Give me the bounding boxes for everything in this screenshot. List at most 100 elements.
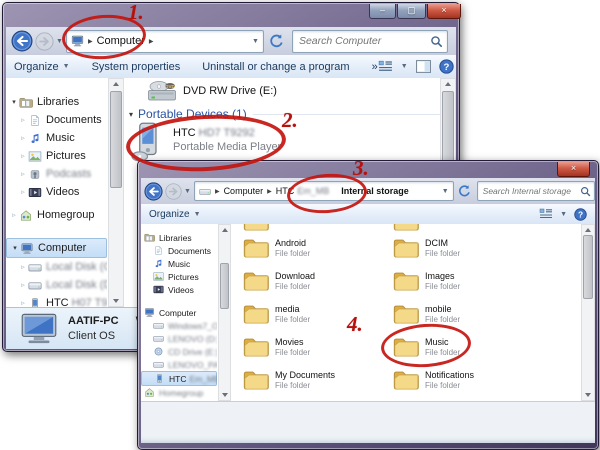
scroll-up-icon[interactable] [445, 82, 451, 86]
expand-icon[interactable]: ▹ [18, 188, 28, 196]
scroll-up-icon[interactable] [113, 82, 119, 86]
sidebar-item-lenovo-d[interactable]: LENOVO (D:) [141, 332, 217, 345]
sidebar-item-windows7-os-c[interactable]: Windows7_OS (C:) [141, 319, 217, 332]
search-input[interactable] [297, 34, 430, 48]
preview-pane-icon[interactable] [416, 60, 431, 73]
sidebar-item-pictures[interactable]: ▹Pictures [6, 147, 107, 165]
sidebar-item-documents[interactable]: Documents [141, 244, 217, 257]
help-icon[interactable]: ? [439, 59, 454, 74]
sidebar-item-podcasts[interactable]: ▹Podcasts [6, 165, 107, 183]
sidebar-spacer [6, 224, 107, 238]
address-dropdown-icon[interactable]: ▼ [442, 188, 449, 195]
sidebar-item-label: HTC [169, 374, 186, 384]
music-icon [153, 259, 164, 268]
toolbar-item-uninstall-or-change-a-program[interactable]: Uninstall or change a program [202, 61, 349, 73]
dvd-drive-item[interactable]: DVD DVD RW Drive (E:) [123, 78, 441, 103]
scroll-up-icon[interactable] [585, 228, 591, 232]
sidebar-item-htc[interactable]: HTCEm_MB [141, 371, 217, 386]
sidebar-item-local-disk-d[interactable]: ▹Local Disk (D:) [6, 276, 107, 294]
expand-icon[interactable]: ▹ [9, 211, 19, 219]
collapse-icon[interactable]: ▾ [9, 98, 19, 106]
expand-icon[interactable]: ▹ [18, 116, 28, 124]
folder-movies[interactable]: MoviesFile folder [243, 337, 310, 358]
refresh-icon[interactable] [457, 184, 471, 198]
breadcrumb-computer[interactable]: Computer [224, 186, 264, 196]
sidebar-item-label: Documents [46, 114, 102, 126]
scroll-up-icon[interactable] [222, 228, 228, 232]
sidebar-item-libraries[interactable]: Libraries [141, 231, 217, 244]
sidebar-item-music[interactable]: Music [141, 257, 217, 270]
toolbar-item-organize[interactable]: Organize▼ [14, 61, 70, 73]
address-dropdown-icon[interactable]: ▼ [252, 38, 259, 45]
folder-media[interactable]: mediaFile folder [243, 304, 310, 325]
search-box[interactable] [477, 181, 595, 201]
folder-android[interactable]: AndroidFile folder [243, 238, 310, 259]
sidebar-item-lenovo-part-f[interactable]: LENOVO_PART (F:) [141, 358, 217, 371]
collapse-icon[interactable]: ▾ [10, 244, 20, 252]
forward-button[interactable] [165, 183, 182, 200]
expand-icon[interactable]: ▹ [18, 263, 28, 271]
sidebar-item-cd-drive-e-htc[interactable]: CD Drive (E:) HTC [141, 345, 217, 358]
refresh-icon[interactable] [268, 33, 284, 49]
close-button[interactable]: × [427, 4, 461, 19]
scroll-down-icon[interactable] [585, 393, 591, 397]
back-button[interactable] [144, 182, 163, 201]
maximize-button[interactable]: ▢ [397, 4, 426, 19]
expand-icon[interactable]: ▹ [18, 170, 28, 178]
htc-device-item[interactable]: HTC HD7 T9292 Portable Media Player [131, 122, 281, 162]
sidebar-item-documents[interactable]: ▹ Documents [6, 111, 107, 129]
expand-icon[interactable]: ▹ [18, 299, 28, 307]
folder-mobile[interactable]: mobileFile folder [393, 304, 460, 325]
folder-my-documents[interactable]: My DocumentsFile folder [243, 370, 335, 391]
sidebar-item-local-disk-c[interactable]: ▹Local Disk (C:) [6, 258, 107, 276]
search-icon[interactable] [580, 186, 591, 197]
address-bar[interactable]: ▶ Computer ▶ ▼ [66, 30, 264, 53]
breadcrumb-separator-icon: ▶ [267, 188, 272, 195]
sidebar-item-music[interactable]: ▹Music [6, 129, 107, 147]
sidebar-item-videos[interactable]: Videos [141, 283, 217, 296]
help-icon[interactable]: ? [574, 208, 587, 221]
search-icon[interactable] [430, 35, 443, 48]
folder-download[interactable]: DownloadFile folder [243, 271, 315, 292]
sidebar-scrollbar[interactable] [108, 78, 124, 307]
expand-icon[interactable]: ▹ [18, 281, 28, 289]
search-input[interactable] [481, 185, 580, 197]
scroll-down-icon[interactable] [222, 393, 228, 397]
history-dropdown-icon[interactable]: ▼ [56, 38, 63, 45]
section-collapse-icon[interactable]: ▾ [129, 110, 133, 119]
scroll-down-icon[interactable] [113, 299, 119, 303]
views-dropdown-icon[interactable]: ▼ [560, 211, 567, 218]
sidebar-item-computer[interactable]: ▾Computer [6, 238, 107, 258]
sidebar-item-videos[interactable]: ▹Videos [6, 183, 107, 201]
folder-notifications[interactable]: NotificationsFile folder [393, 370, 474, 391]
sidebar-item-htc[interactable]: ▹HTCH07 T9292 [6, 294, 107, 307]
toolbar-item-system-properties[interactable]: System properties [92, 61, 181, 73]
minimize-button[interactable]: – [369, 4, 396, 19]
sidebar-item-computer[interactable]: Computer [141, 306, 217, 319]
close-button[interactable]: × [557, 162, 590, 177]
sidebar-item-homegroup[interactable]: Homegroup [141, 386, 217, 399]
views-dropdown-icon[interactable]: ▼ [401, 63, 408, 70]
toolbar-item-organize[interactable]: Organize▼ [149, 209, 201, 220]
folder-music[interactable]: MusicFile folder [393, 337, 460, 358]
disk-icon [28, 262, 42, 273]
history-dropdown-icon[interactable]: ▼ [184, 188, 191, 195]
folder-images[interactable]: ImagesFile folder [393, 271, 460, 292]
main-scrollbar[interactable] [581, 224, 595, 401]
expand-icon[interactable]: ▹ [18, 134, 28, 142]
breadcrumb-device[interactable]: HTC [276, 186, 295, 196]
folder-dcim[interactable]: DCIMFile folder [393, 238, 460, 259]
breadcrumb-internal-storage[interactable]: Internal storage [341, 186, 409, 196]
views-icon[interactable] [378, 60, 393, 73]
breadcrumb-computer[interactable]: Computer [97, 35, 145, 47]
expand-icon[interactable]: ▹ [18, 152, 28, 160]
views-icon[interactable] [539, 208, 553, 220]
sidebar-item-libraries[interactable]: ▾Libraries [6, 93, 107, 111]
sidebar-item-pictures[interactable]: Pictures [141, 270, 217, 283]
address-bar[interactable]: ▶ Computer ▶ HTC Em_MB Internal storage … [194, 181, 454, 201]
search-box[interactable] [292, 30, 448, 53]
sidebar-item-homegroup[interactable]: ▹Homegroup [6, 206, 107, 224]
forward-button[interactable] [35, 32, 54, 51]
back-button[interactable] [11, 30, 33, 52]
portable-devices-section-header[interactable]: ▾ Portable Devices (1) [129, 107, 441, 121]
